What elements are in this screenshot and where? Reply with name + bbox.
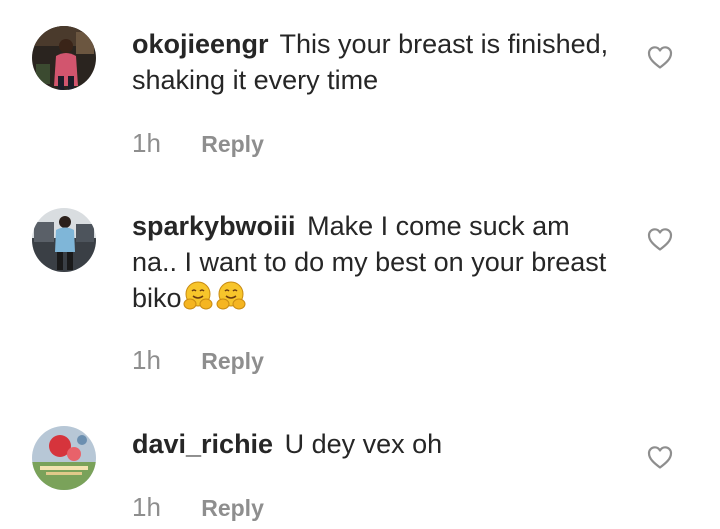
comment-meta: 1h Reply: [132, 345, 264, 376]
reply-button[interactable]: Reply: [201, 131, 264, 157]
username-link[interactable]: davi_richie: [132, 429, 273, 459]
hugging-face-emoji: [183, 281, 247, 320]
heart-outline-icon[interactable]: [646, 444, 674, 470]
username-link[interactable]: okojieengr: [132, 29, 269, 59]
avatar[interactable]: [32, 426, 96, 490]
username-link[interactable]: sparkybwoiii: [132, 211, 296, 241]
comment-timestamp: 1h: [132, 492, 161, 522]
heart-outline-icon[interactable]: [646, 226, 674, 252]
avatar[interactable]: [32, 208, 96, 272]
comment-meta: 1h Reply: [132, 492, 264, 523]
comment-text-block: okojieengr This your breast is finished,…: [132, 26, 622, 98]
comment-meta: 1h Reply: [132, 128, 264, 159]
heart-outline-icon[interactable]: [646, 44, 674, 70]
comment-text-block: davi_richie U dey vex oh: [132, 426, 622, 462]
comment-timestamp: 1h: [132, 345, 161, 375]
reply-button[interactable]: Reply: [201, 495, 264, 521]
reply-button[interactable]: Reply: [201, 348, 264, 374]
avatar[interactable]: [32, 26, 96, 90]
comment-body: U dey vex oh: [284, 429, 443, 459]
comment-timestamp: 1h: [132, 128, 161, 158]
comment-text-block: sparkybwoiii Make I come suck am na.. I …: [132, 208, 622, 320]
